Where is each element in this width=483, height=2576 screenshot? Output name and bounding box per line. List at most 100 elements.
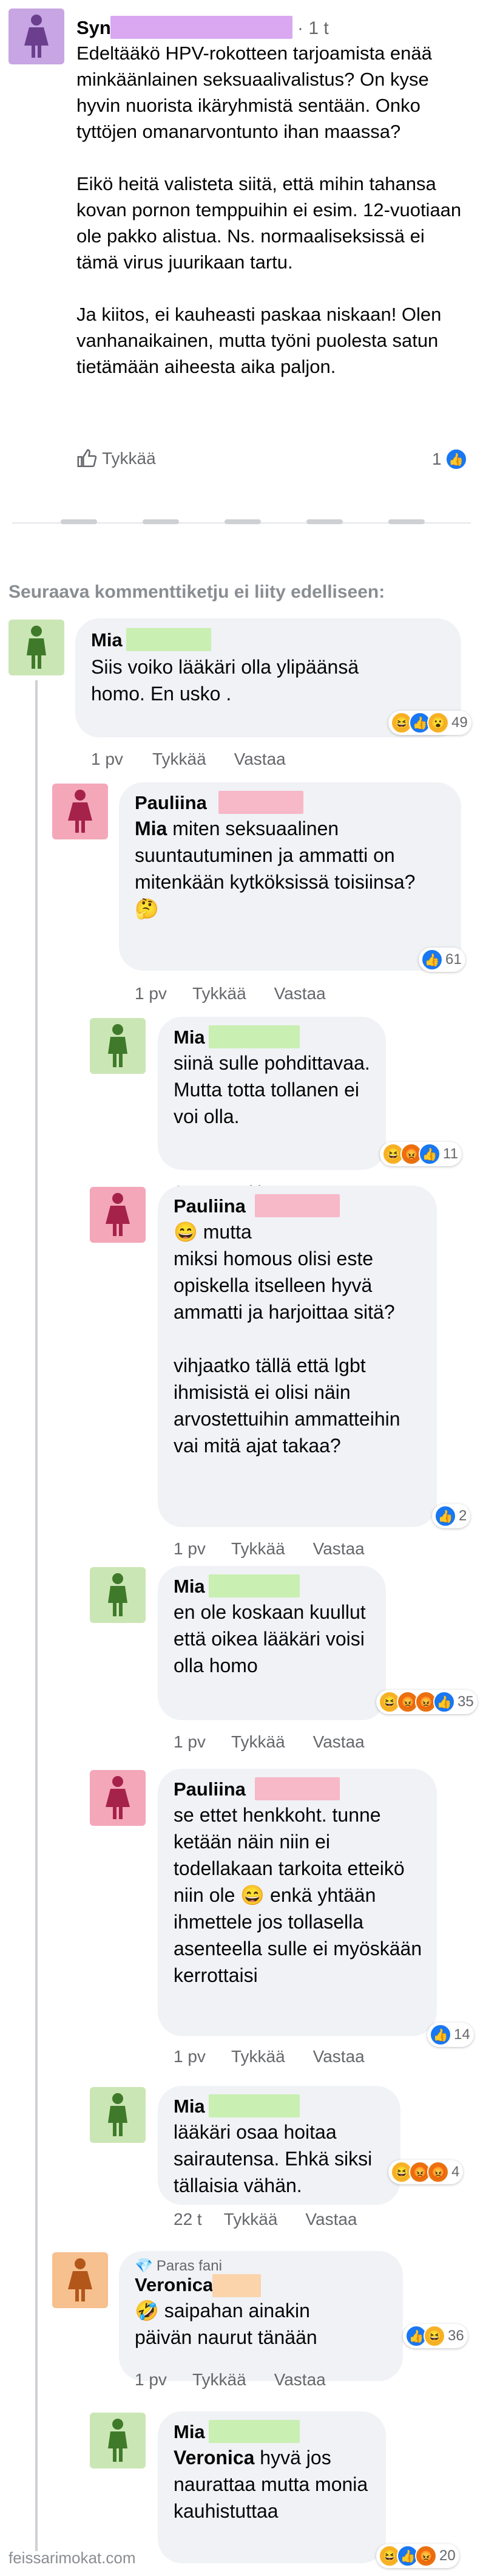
thread-line [35, 680, 38, 2551]
comment-text: 🤣 saipahan ainakin päivän naurut tänään [135, 2300, 317, 2348]
comment-time[interactable]: 1 pv [91, 750, 123, 769]
comment-meta: 1 pv Tykkää Vastaa [91, 750, 286, 769]
reply-button[interactable]: Vastaa [305, 2210, 357, 2229]
reaction-count: 20 [439, 2547, 456, 2564]
thread-separator-text: Seuraava kommenttiketju ei liity edellis… [8, 582, 385, 602]
post-text: Edeltääkö HPV-rokotteen tarjoamista enää… [76, 43, 462, 377]
redacted-name [209, 1574, 300, 1597]
like-icon: 👍 [434, 1505, 456, 1527]
reaction-summary[interactable]: 😆 👍 😡 20 [376, 2544, 459, 2568]
reaction-summary[interactable]: 😆 👍 😮 49 [388, 711, 471, 735]
commenter-name[interactable]: Pauliina [135, 792, 207, 814]
commenter-name[interactable]: Pauliina [174, 1195, 246, 1217]
wow-icon: 😮 [427, 712, 449, 734]
comment-avatar-male[interactable] [90, 2087, 146, 2143]
post-like-label: Tykkää [102, 449, 156, 468]
comment-time[interactable]: 1 pv [135, 984, 167, 1003]
comment-avatar-female[interactable] [52, 2252, 108, 2308]
commenter-name[interactable]: Mia [174, 2421, 205, 2443]
comment-time[interactable]: 1 pv [135, 2370, 167, 2390]
comment-body: miten seksuaalinen suuntautuminen ja amm… [135, 818, 416, 920]
comment-time[interactable]: 22 t [174, 2210, 202, 2229]
reaction-summary[interactable]: 👍 2 [432, 1504, 471, 1528]
reaction-count: 4 [451, 2164, 460, 2180]
reaction-summary[interactable]: 👍 14 [427, 2023, 474, 2047]
like-button[interactable]: Tykkää [224, 2210, 278, 2229]
female-avatar-icon [68, 790, 92, 833]
reaction-count: 14 [454, 2026, 470, 2043]
like-button[interactable]: Tykkää [231, 2047, 285, 2066]
mention-link[interactable]: Veronica [174, 2447, 254, 2468]
comment-time[interactable]: 1 pv [174, 2047, 206, 2066]
comment-time[interactable]: 1 pv [174, 1732, 206, 1752]
like-button[interactable]: Tykkää [192, 984, 246, 1003]
comment-text: lääkäri osaa hoitaa sairautensa. Ehkä si… [174, 2121, 373, 2196]
commenter-name[interactable]: Mia [174, 2096, 205, 2117]
reaction-count: 2 [459, 1508, 467, 1524]
comment-meta: 1 pv Tykkää Vastaa [135, 2370, 326, 2390]
comment-avatar-male[interactable] [90, 1018, 146, 1074]
commenter-name[interactable]: Mia [91, 629, 123, 651]
diamond-icon: 💎 [135, 2258, 153, 2274]
like-button[interactable]: Tykkää [152, 750, 206, 769]
post-like-button[interactable]: Tykkää [76, 448, 156, 469]
mention-link[interactable]: Mia [135, 818, 167, 839]
reaction-count: 61 [445, 951, 462, 968]
redacted-name [209, 2094, 300, 2117]
redacted-name [209, 1025, 300, 1048]
thumbs-up-icon [77, 449, 97, 468]
reaction-summary[interactable]: 😆 😡 😡 4 [388, 2160, 464, 2184]
like-button[interactable]: Tykkää [231, 1732, 285, 1752]
comment-text: Siis voiko lääkäri olla ylipäänsä homo. … [91, 656, 359, 705]
reply-button[interactable]: Vastaa [313, 1732, 365, 1752]
like-button[interactable]: Tykkää [192, 2370, 246, 2390]
comment-avatar-female[interactable] [90, 1770, 146, 1826]
like-button[interactable]: Tykkää [231, 1539, 285, 1559]
commenter-name[interactable]: Pauliina [174, 1778, 246, 1800]
comment-time[interactable]: 1 pv [174, 1539, 206, 1559]
redacted-name [209, 2420, 300, 2443]
top-fan-badge: 💎 Paras fani [135, 2257, 222, 2275]
comment-avatar-female[interactable] [90, 1187, 146, 1243]
commenter-name[interactable]: Veronica [135, 2274, 213, 2296]
reaction-summary[interactable]: 😆 😡 👍 11 [380, 1142, 462, 1166]
reply-button[interactable]: Vastaa [234, 750, 286, 769]
like-icon: 👍 [430, 2024, 451, 2046]
reaction-summary[interactable]: 👍 😆 36 [403, 2324, 468, 2348]
reaction-summary[interactable]: 😆 😡 😡 👍 35 [376, 1690, 478, 1714]
angry-icon: 😡 [427, 2161, 449, 2183]
reply-button[interactable]: Vastaa [274, 984, 326, 1003]
reply-button[interactable]: Vastaa [274, 2370, 326, 2390]
female-avatar-icon [106, 1776, 130, 1819]
female-avatar-icon [24, 15, 49, 58]
redacted-name [255, 1777, 340, 1800]
comment-text: se ettet henkkoht. tunne ketään näin nii… [174, 1804, 422, 1986]
person-avatar-icon [108, 1024, 127, 1067]
badge-label: Paras fani [156, 2257, 222, 2274]
comment-meta: 1 pv Tykkää Vastaa [174, 1539, 365, 1559]
post-timestamp[interactable]: · 1 t [297, 18, 329, 39]
reaction-count: 11 [443, 1146, 458, 1162]
reaction-summary[interactable]: 👍 61 [419, 948, 465, 972]
redacted-name [218, 791, 303, 814]
redacted-name [212, 2274, 261, 2297]
commenter-name[interactable]: Mia [174, 1027, 205, 1048]
post-like-count: 1 👍 [432, 448, 467, 470]
comment-avatar-male[interactable] [90, 1567, 146, 1623]
female-avatar-icon [106, 1193, 130, 1236]
reply-button[interactable]: Vastaa [313, 1539, 365, 1559]
comment-avatar-male[interactable] [90, 2413, 146, 2468]
comment-text: 😄 mutta miksi homous olisi este opiskell… [174, 1221, 400, 1457]
like-icon: 👍 [433, 1691, 455, 1713]
reply-button[interactable]: Vastaa [313, 2047, 365, 2066]
post-author-name[interactable]: Syn [76, 17, 111, 39]
watermark: feissarimokat.com [8, 2549, 136, 2567]
post-author-avatar[interactable] [8, 9, 64, 64]
comment-avatar-male[interactable] [8, 620, 64, 675]
reaction-count: 49 [451, 714, 468, 731]
commenter-name[interactable]: Mia [174, 1576, 205, 1597]
comment-text: Veronica hyvä jos naurattaa mutta monia … [174, 2444, 374, 2524]
like-reaction-icon: 👍 [445, 448, 467, 470]
comment-avatar-female[interactable] [52, 784, 108, 839]
haha-icon: 😆 [424, 2325, 445, 2347]
